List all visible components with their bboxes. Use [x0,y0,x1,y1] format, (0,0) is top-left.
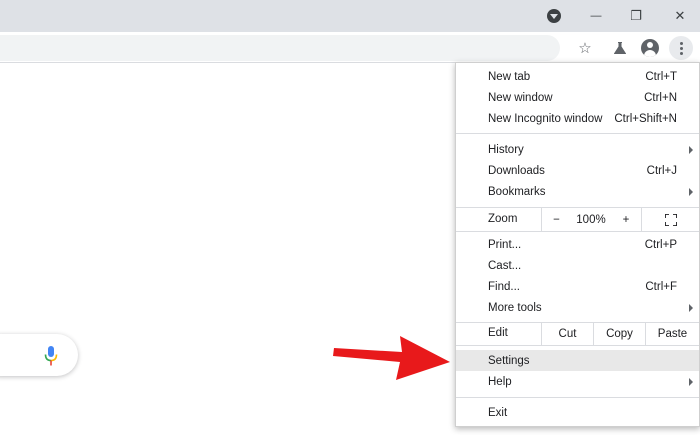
menu-divider [456,231,699,232]
paste-button[interactable]: Paste [645,323,699,345]
customize-menu-button[interactable] [669,36,693,60]
menu-item-bookmarks[interactable]: Bookmarks [456,181,699,202]
edit-row: Edit Cut Copy Paste [456,323,699,345]
extension-flask-icon[interactable] [608,36,632,60]
menu-item-find[interactable]: Find... Ctrl+F [456,276,699,297]
menu-item-cast[interactable]: Cast... [456,255,699,276]
profile-avatar-button[interactable] [638,36,662,60]
menu-divider [456,133,699,134]
close-icon: ✕ [674,8,686,23]
title-bar: — ❐ ✕ [0,0,700,32]
menu-divider [456,345,699,346]
microphone-icon[interactable] [44,346,58,366]
bookmark-star-icon[interactable]: ☆ [573,36,597,60]
submenu-arrow-icon [689,303,693,312]
zoom-row: Zoom − 100% + [456,208,699,231]
red-arrow-annotation [333,336,450,380]
avatar-icon [641,39,659,57]
three-dots-icon [679,41,683,55]
zoom-level: 100% [576,213,606,226]
fullscreen-button[interactable] [641,208,699,231]
menu-item-new-window[interactable]: New window Ctrl+N [456,87,699,108]
fullscreen-icon [664,213,677,226]
copy-button[interactable]: Copy [593,323,645,345]
profile-dropdown-icon[interactable] [536,0,572,32]
menu-item-history[interactable]: History [456,139,699,160]
menu-item-help[interactable]: Help [456,371,699,392]
restore-icon: ❐ [630,8,642,23]
submenu-arrow-icon [689,377,693,386]
zoom-out-button[interactable]: − [541,208,571,231]
restore-button[interactable]: ❐ [618,0,654,32]
close-button[interactable]: ✕ [662,0,698,32]
menu-item-new-tab[interactable]: New tab Ctrl+T [456,66,699,87]
minimize-button[interactable]: — [578,0,614,32]
chrome-main-menu: New tab Ctrl+T New window Ctrl+N New Inc… [455,62,700,427]
search-box[interactable] [0,334,78,376]
menu-item-more-tools[interactable]: More tools [456,297,699,318]
menu-item-settings[interactable]: Settings [456,350,699,371]
menu-item-downloads[interactable]: Downloads Ctrl+J [456,160,699,181]
minimize-icon: — [590,10,602,22]
menu-item-print[interactable]: Print... Ctrl+P [456,234,699,255]
submenu-arrow-icon [689,145,693,154]
cut-button[interactable]: Cut [541,323,593,345]
submenu-arrow-icon [689,187,693,196]
address-bar[interactable] [0,35,560,61]
menu-item-new-incognito[interactable]: New Incognito window Ctrl+Shift+N [456,108,699,129]
zoom-in-button[interactable]: + [611,208,641,231]
menu-divider [456,397,699,398]
menu-item-exit[interactable]: Exit [456,402,699,423]
